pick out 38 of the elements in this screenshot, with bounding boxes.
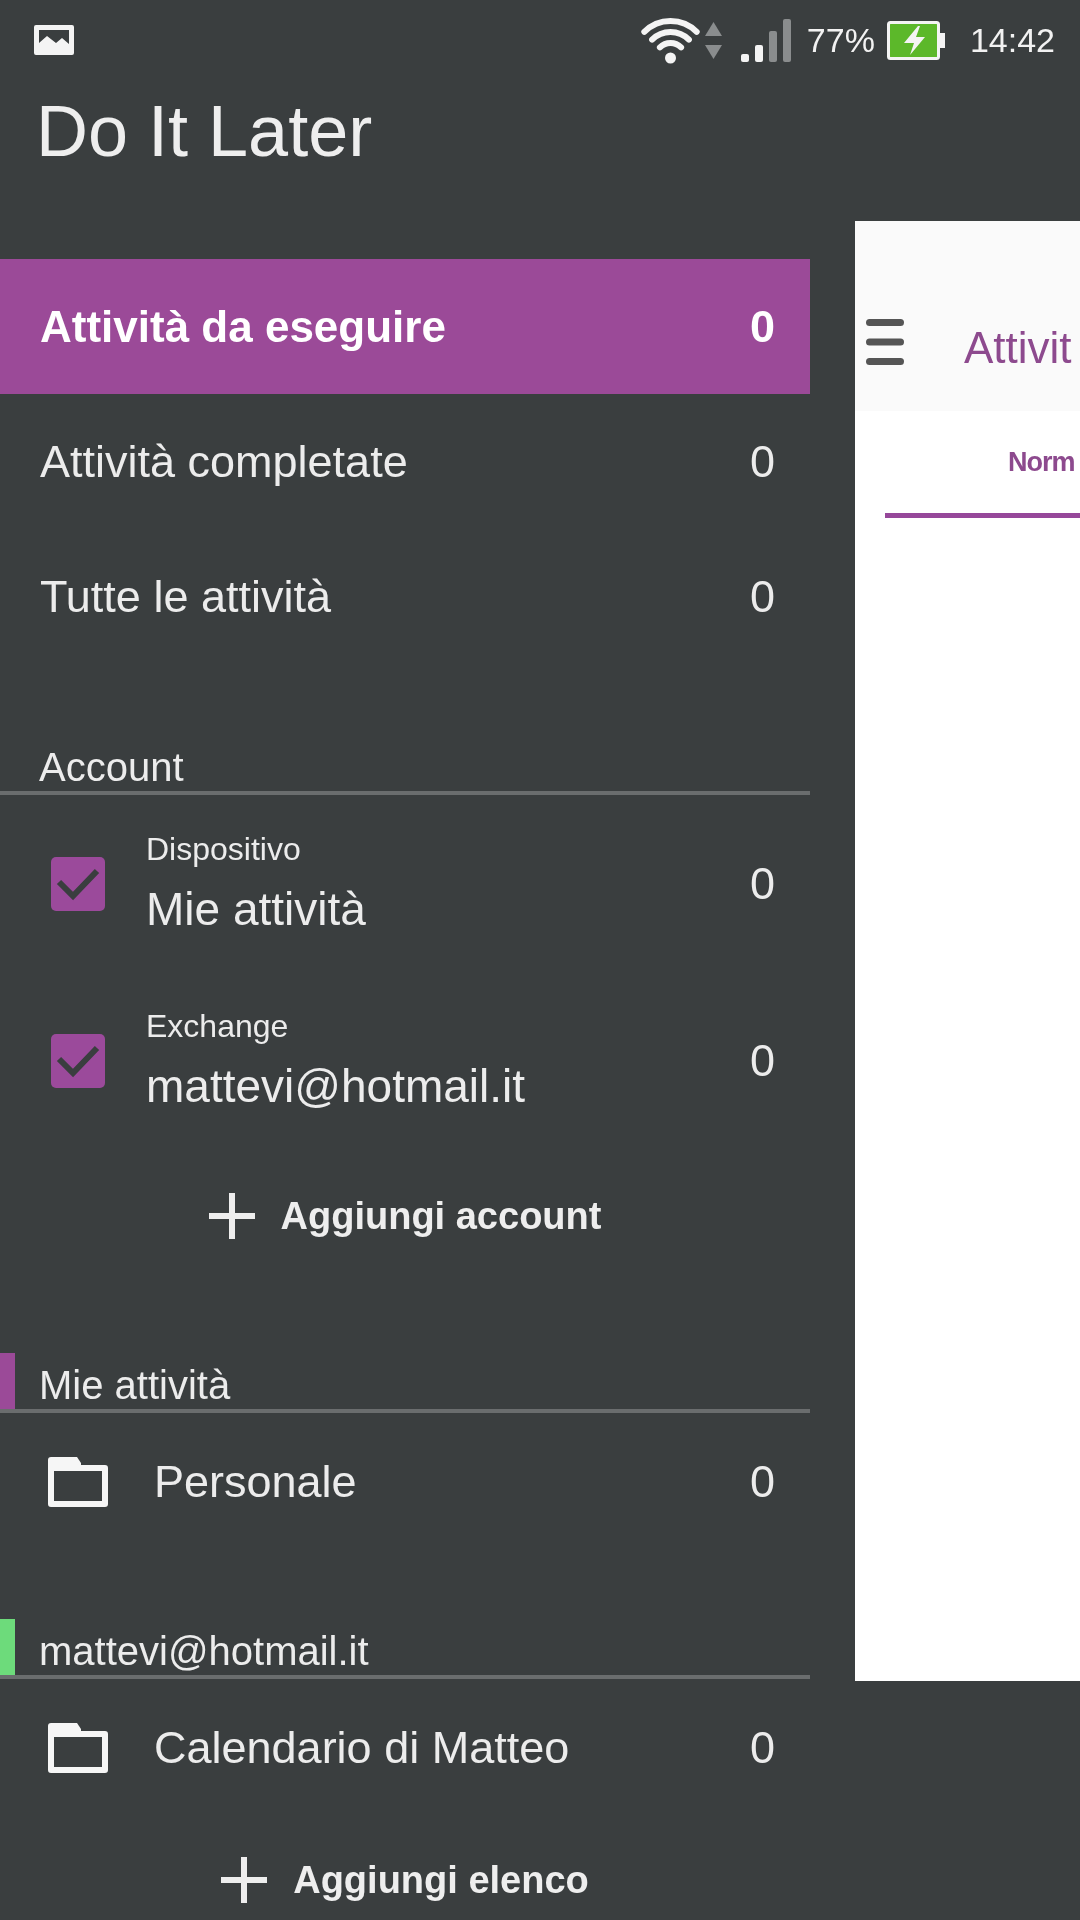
signal-icon xyxy=(740,18,791,62)
battery-charging-icon xyxy=(886,20,945,60)
plus-icon xyxy=(221,1857,268,1903)
account-name[interactable]: mattevi@hotmail.it xyxy=(146,1057,526,1114)
nav-item[interactable]: Attività da eseguire 0 xyxy=(0,259,810,394)
tab[interactable]: Norm xyxy=(885,411,1080,518)
task-count: 0 xyxy=(749,1034,775,1087)
menu-icon[interactable] xyxy=(866,319,904,365)
app-title: Do It Later xyxy=(36,91,373,171)
list-name[interactable]: Personale xyxy=(154,1456,750,1508)
plus-icon xyxy=(208,1193,255,1239)
checkbox[interactable] xyxy=(51,1033,105,1088)
section-header: mattevi@hotmail.it xyxy=(38,1628,369,1675)
task-count: 0 xyxy=(749,857,775,910)
account-type: Exchange xyxy=(146,1007,289,1044)
image-icon xyxy=(34,25,74,55)
folder-icon xyxy=(48,1723,108,1773)
list-name[interactable]: Calendario di Matteo xyxy=(154,1722,750,1774)
account-type: Dispositivo xyxy=(146,830,301,867)
nav-item[interactable]: Attività completate 0 xyxy=(0,394,810,529)
task-count: 0 xyxy=(749,300,775,353)
data-arrows-icon xyxy=(704,21,722,59)
task-count: 0 xyxy=(749,570,775,623)
wifi-icon xyxy=(640,16,700,64)
battery-percent: 77% xyxy=(806,20,875,60)
add-account-button[interactable]: Aggiungi account xyxy=(204,1176,606,1256)
task-count: 0 xyxy=(749,1722,775,1774)
folder-icon xyxy=(48,1457,108,1507)
clock-time: 14:42 xyxy=(969,20,1055,60)
screen-title: Attivit xyxy=(964,323,1072,373)
task-count: 0 xyxy=(749,1456,775,1508)
add-list-button[interactable]: Aggiungi elenco xyxy=(217,1844,593,1916)
checkbox[interactable] xyxy=(51,856,105,911)
account-name[interactable]: Mie attività xyxy=(146,880,366,937)
section-header: Account xyxy=(38,744,184,791)
nav-item[interactable]: Tutte le attività 0 xyxy=(0,529,810,664)
section-header: Mie attività xyxy=(38,1362,231,1409)
task-count: 0 xyxy=(749,435,775,488)
